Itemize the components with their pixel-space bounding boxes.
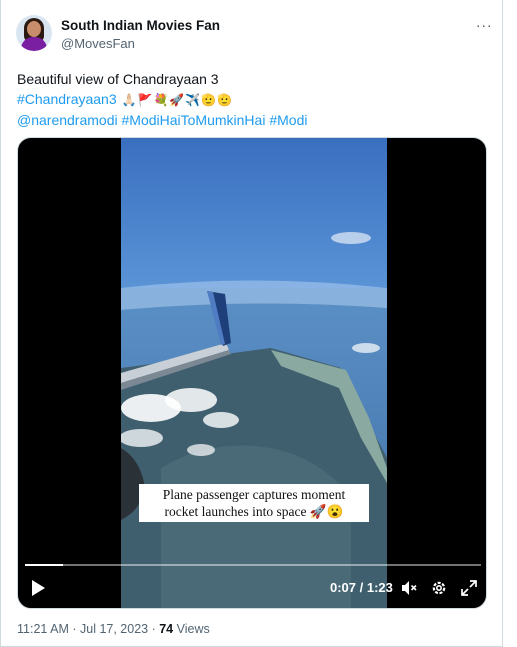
caption-line-2: rocket launches into space 🚀😮 bbox=[164, 504, 344, 519]
hashtag-modi[interactable]: #Modi bbox=[269, 112, 307, 128]
current-time: 0:07 bbox=[330, 580, 357, 595]
hashtag-chandrayaan3[interactable]: #Chandrayaan3 bbox=[17, 91, 117, 107]
progress-fill bbox=[25, 564, 64, 566]
video-caption: Plane passenger captures moment rocket l… bbox=[139, 484, 369, 522]
play-icon[interactable] bbox=[30, 579, 46, 597]
tweet-card: South Indian Movies Fan @MovesFan ··· Be… bbox=[0, 0, 503, 647]
tweet-time[interactable]: 11:21 AM bbox=[17, 622, 69, 636]
video-player[interactable]: Plane passenger captures moment rocket l… bbox=[17, 137, 487, 609]
flag-emoji: 🚩 bbox=[137, 93, 153, 107]
tweet-line-1: Beautiful view of Chandrayaan 3 bbox=[17, 71, 219, 87]
author-name[interactable]: South Indian Movies Fan bbox=[61, 18, 220, 33]
mention-narendramodi[interactable]: @narendramodi bbox=[17, 112, 118, 128]
avatar[interactable] bbox=[16, 15, 52, 51]
hashtag-modihaitomumkinhai[interactable]: #ModiHaiToMumkinHai bbox=[122, 112, 266, 128]
meta-separator: · bbox=[68, 622, 80, 636]
salute-emoji-2: 🫡 bbox=[217, 93, 233, 107]
avatar-face bbox=[27, 21, 41, 37]
views-count: 74 bbox=[159, 622, 174, 636]
bouquet-emoji: 💐 bbox=[153, 93, 169, 107]
caption-line-1: Plane passenger captures moment bbox=[162, 487, 346, 502]
tweet-text: Beautiful view of Chandrayaan 3 #Chandra… bbox=[17, 69, 487, 130]
video-time: 0:07 / 1:23 bbox=[330, 580, 393, 595]
settings-icon[interactable] bbox=[429, 578, 449, 598]
tweet-line-2: #Chandrayaan3 🙏🏻🚩💐🚀✈️🫡🫡 bbox=[17, 89, 487, 110]
tweet-meta: 11:21 AM · Jul 17, 2023 · 74 Views bbox=[17, 622, 210, 636]
video-frame bbox=[121, 138, 387, 608]
meta-separator-2: · bbox=[148, 622, 160, 636]
airplane-emoji: ✈️ bbox=[185, 93, 201, 107]
views-label: Views bbox=[173, 622, 210, 636]
progress-bar[interactable] bbox=[25, 564, 481, 566]
tweet-line-3: @narendramodi #ModiHaiToMumkinHai #Modi bbox=[17, 110, 487, 130]
author-handle[interactable]: @MovesFan bbox=[61, 36, 135, 51]
video-controls: 0:07 / 1:23 bbox=[18, 576, 486, 600]
salute-emoji: 🫡 bbox=[201, 93, 217, 107]
folded-hands-emoji: 🙏🏻 bbox=[121, 93, 137, 107]
rocket-emoji: 🚀 bbox=[169, 93, 185, 107]
mute-icon[interactable] bbox=[399, 578, 419, 598]
duration: 1:23 bbox=[366, 580, 393, 595]
more-options-button[interactable]: ··· bbox=[474, 15, 494, 35]
tweet-header: South Indian Movies Fan @MovesFan ··· bbox=[16, 15, 494, 55]
time-separator: / bbox=[356, 580, 367, 595]
tweet-date[interactable]: Jul 17, 2023 bbox=[80, 622, 148, 636]
fullscreen-icon[interactable] bbox=[459, 578, 479, 598]
